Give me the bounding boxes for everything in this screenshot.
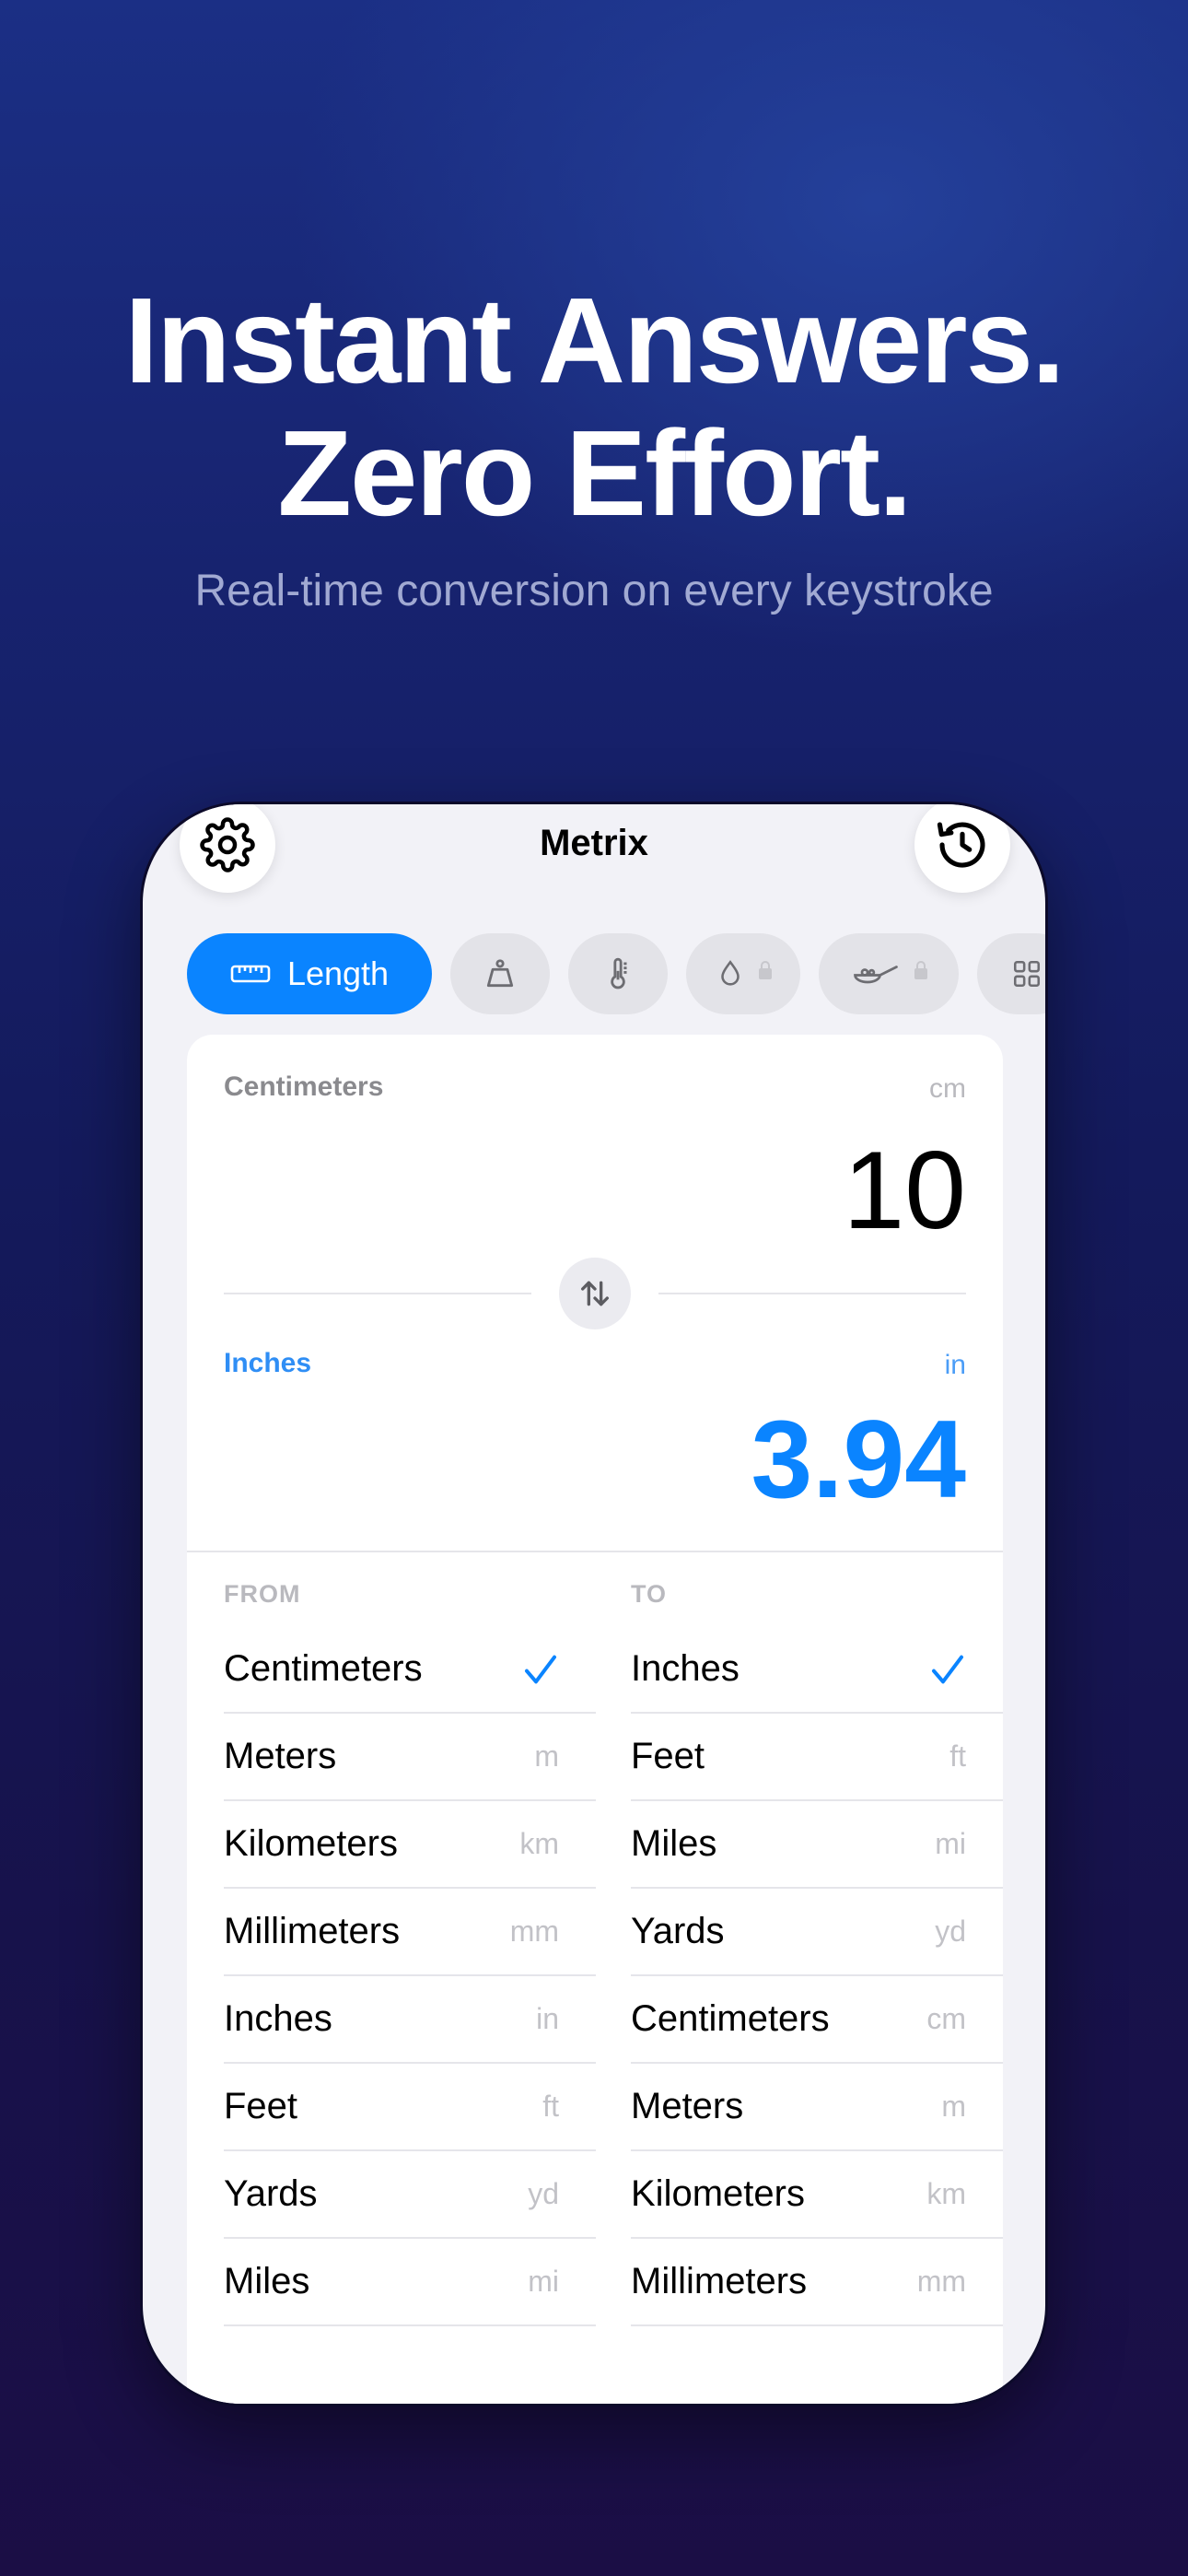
from-list-item[interactable]: Kilometers km <box>224 1788 596 1889</box>
weight-icon <box>486 959 514 988</box>
tab-cooking[interactable] <box>819 933 959 1014</box>
tab-weight[interactable] <box>450 933 550 1014</box>
list-item-abbr: yd <box>935 1914 966 1948</box>
divider <box>224 1293 531 1294</box>
to-list-item[interactable]: Centimeters cm <box>631 1963 1003 2064</box>
from-unit-abbr: cm <box>929 1073 966 1104</box>
to-unit-abbr: in <box>944 1350 966 1380</box>
list-item-abbr: m <box>534 1739 559 1773</box>
swap-button[interactable] <box>559 1258 631 1329</box>
list-item-abbr: ft <box>949 1739 966 1773</box>
headline: Instant Answers. Zero Effort. <box>0 275 1188 540</box>
list-item-abbr: mi <box>528 2265 559 2298</box>
from-list-item[interactable]: Miles mi <box>224 2226 596 2326</box>
list-item-name: Millimeters <box>224 1911 401 1951</box>
checkmark-icon <box>932 1655 963 1683</box>
to-value-result: 3.94 <box>751 1398 966 1521</box>
subheadline: Real-time conversion on every keystroke <box>194 567 994 615</box>
to-list-item[interactable]: Yards yd <box>631 1876 1003 1976</box>
from-list-item[interactable]: Yards yd <box>224 2138 596 2239</box>
list-item-name: Millimeters <box>631 2261 808 2301</box>
from-list-item[interactable]: Meters m <box>224 1701 596 1801</box>
history-icon <box>937 822 985 868</box>
list-item-name: Centimeters <box>224 1648 423 1689</box>
list-item-name: Inches <box>631 1648 740 1689</box>
to-list-item[interactable]: Millimeters mm <box>631 2226 1003 2326</box>
swap-arrows-icon <box>581 1281 609 1306</box>
to-unit-list: TO Inches Feet ft Miles mi Yards yd Cent… <box>631 1552 1003 2326</box>
to-list-item[interactable]: Inches <box>631 1613 1003 1714</box>
list-item-name: Meters <box>224 1736 337 1776</box>
tab-more[interactable] <box>977 933 1045 1014</box>
to-list-item[interactable]: Feet ft <box>631 1701 1003 1801</box>
list-item-abbr: km <box>926 2177 966 2210</box>
tab-length[interactable]: Length <box>187 933 432 1014</box>
tab-volume[interactable] <box>686 933 800 1014</box>
from-unit-name: Centimeters <box>224 1071 384 1102</box>
list-item-abbr: mm <box>509 1914 559 1948</box>
app-title: Metrix <box>540 823 648 863</box>
category-tabs: Length <box>187 933 1045 1014</box>
from-value-input[interactable]: 10 <box>844 1127 966 1254</box>
divider <box>658 1293 966 1294</box>
top-bar: Metrix <box>143 804 1045 896</box>
to-list-item[interactable]: Kilometers km <box>631 2138 1003 2239</box>
tab-temperature[interactable] <box>568 933 668 1014</box>
list-item-name: Kilometers <box>631 2173 805 2214</box>
from-list-item[interactable]: Centimeters <box>224 1613 596 1714</box>
list-item-name: Inches <box>224 1998 332 2039</box>
to-list-item[interactable]: Miles mi <box>631 1788 1003 1889</box>
list-item-abbr: cm <box>926 2002 966 2035</box>
tab-length-label: Length <box>286 954 390 992</box>
phone-screen: Metrix Length Centimeters cm 10 Inches i… <box>140 802 1048 2406</box>
list-item-name: Feet <box>224 2086 298 2126</box>
list-item-name: Yards <box>631 1911 725 1951</box>
checkmark-icon <box>525 1655 556 1683</box>
list-item-name: Feet <box>631 1736 705 1776</box>
to-list-item[interactable]: Meters m <box>631 2051 1003 2151</box>
ruler-icon <box>230 965 271 983</box>
thermometer-icon <box>611 957 627 989</box>
list-item-name: Miles <box>224 2261 310 2301</box>
lock-icon <box>759 961 772 979</box>
from-list-item[interactable]: Feet ft <box>224 2051 596 2151</box>
lock-icon <box>914 961 927 979</box>
headline-line-2: Zero Effort. <box>277 405 912 541</box>
list-item-name: Centimeters <box>631 1998 830 2039</box>
pan-icon <box>854 966 898 984</box>
list-item-abbr: mi <box>935 1827 966 1860</box>
grid-icon <box>1013 960 1041 988</box>
list-item-abbr: in <box>536 2002 559 2035</box>
list-item-abbr: mm <box>916 2265 966 2298</box>
from-list-item[interactable]: Millimeters mm <box>224 1876 596 1976</box>
list-item-name: Kilometers <box>224 1823 398 1864</box>
list-item-name: Yards <box>224 2173 318 2214</box>
headline-line-1: Instant Answers. <box>124 273 1065 408</box>
from-unit-list: FROM Centimeters Meters m Kilometers km … <box>224 1552 596 2326</box>
list-item-abbr: yd <box>528 2177 559 2210</box>
drop-icon <box>721 960 740 986</box>
from-list-item[interactable]: Inches in <box>224 1963 596 2064</box>
list-item-abbr: km <box>519 1827 559 1860</box>
converter-card: Centimeters cm 10 Inches in 3.94 FROM Ce… <box>187 1035 1003 2404</box>
list-item-abbr: m <box>941 2090 966 2123</box>
history-button[interactable] <box>914 804 1010 893</box>
to-unit-name: Inches <box>224 1348 312 1378</box>
list-item-name: Miles <box>631 1823 717 1864</box>
list-item-name: Meters <box>631 2086 744 2126</box>
list-item-abbr: ft <box>542 2090 559 2123</box>
